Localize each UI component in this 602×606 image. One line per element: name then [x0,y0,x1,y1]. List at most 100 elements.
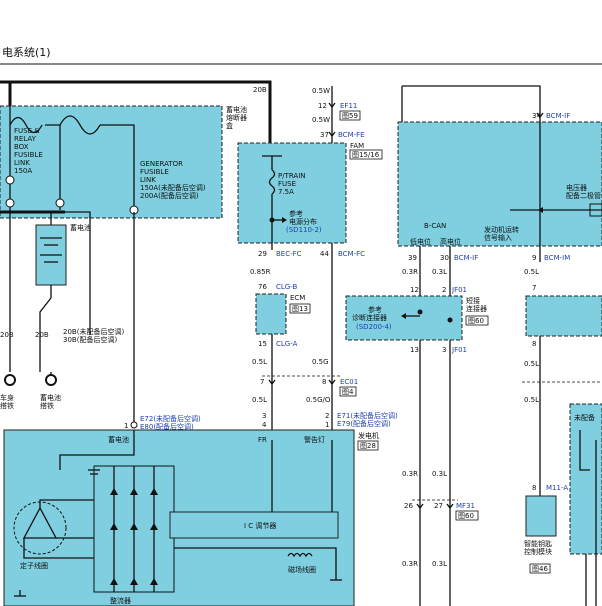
wire-05l-right: 0.5L [524,268,539,276]
e72-pin-number: 1 [124,422,128,430]
fig-1516: 图15/16 [352,151,380,159]
body-ground-label: 车身搭铁 [0,393,14,410]
pin-4: 4 [262,421,267,429]
m11-a: M11-A [546,484,568,492]
pin-2: 2 [325,412,329,420]
bec-fc: BEC-FC [276,250,302,258]
fig-28: 图28 [360,442,376,450]
connector-bcm-fe: BCM-FE [338,131,365,139]
wiring-diagram: 电系统(1) FUSE & RELAY BOX FUSIBLE LINK 150A GEN… [0,46,602,606]
wire-085r: 0.85R [250,268,271,276]
ecm-box [255,293,287,335]
wire-03l-1: 0.3L [432,470,447,478]
alt-fr-terminal: FR [258,436,267,444]
wire-05go: 0.5G/O [306,396,331,404]
bcm-im: BCM-IM [544,254,570,262]
terminal-c [55,198,65,208]
pin-29: 29 [258,250,267,258]
jf01-top: JF01 [451,286,467,294]
wire-03r: 0.3R [402,268,418,276]
svg-text:车身搭铁: 车身搭铁 [0,393,14,410]
battery-ground-icon [45,374,57,386]
bcan-label: B-CAN [424,222,446,230]
pin-76: 76 [258,283,267,291]
clg-a: CLG-A [276,340,298,348]
battery-fuse-box [0,105,223,219]
mf31-pin-27: 27 [434,502,443,510]
jc-pin-13: 13 [410,346,419,354]
fig-60-jc: 图60 [468,317,484,325]
connector-e79: E79(配备后空调) [337,419,391,428]
pin-44: 44 [320,250,329,258]
pin-7: 7 [260,378,264,386]
pin-15: 15 [258,340,267,348]
fig-60-mf31: 图60 [458,512,474,520]
fig-4: 图4 [342,388,354,396]
smart-key-label: 智能钥匙控制模块 [524,539,552,556]
svg-text:(SD110-2): (SD110-2) [286,226,322,234]
battery-ground-label: 蓄电池搭铁 [40,393,61,410]
smart-key-module-box [525,495,557,537]
battery-fuse-box-title: 蓄电池熔断器盒 [226,105,247,130]
unconfigured-label: 未配备 [574,413,595,422]
battery-label: 蓄电池 [70,223,91,232]
wire-03r-1: 0.3R [402,470,418,478]
svg-text:蓄电池搭铁: 蓄电池搭铁 [40,393,61,410]
pin-3: 3 [262,412,266,420]
page-title: 电系统(1) [2,46,51,59]
pin-9: 9 [532,254,536,262]
jc-pin-12: 12 [410,286,419,294]
svg-text:蓄电池熔断器盒: 蓄电池熔断器盒 [226,105,247,130]
clg-b: CLG-B [276,283,297,291]
wire-05l-1: 0.5L [252,358,267,366]
rotor-label: 磁场线圈 [288,565,316,574]
wire-05l-a: 0.5L [524,360,539,368]
pin-37: 37 [320,131,329,139]
ec01: EC01 [340,378,358,386]
pin-12: 12 [318,102,327,110]
right-pin-8: 8 [532,340,536,348]
jc-pin-2: 2 [442,286,446,294]
fig-13: 图13 [292,305,308,313]
fig-59: 图59 [342,112,358,120]
fam-label: FAM [350,142,364,150]
wire-05w-mid: 0.5W [312,116,330,124]
right-joint-box [525,295,602,337]
bcm-fc: BCM-FC [338,250,365,258]
body-ground-icon [4,374,16,386]
ecm-label: ECM [290,294,305,302]
wire-top-20b: 20B [253,86,267,94]
wire-03r-2: 0.3R [402,560,418,568]
stator-label: 定子线圈 [20,561,48,570]
jf01-bottom: JF01 [451,346,467,354]
svg-text:智能钥匙控制模块: 智能钥匙控制模块 [524,539,552,556]
rectifier-label: 整流器 [110,596,131,605]
bcm-top-wire [402,85,541,122]
mf31: MF31 [456,502,475,510]
alt-battery-terminal: 蓄电池 [108,435,129,444]
wire-05w-top: 0.5W [312,87,330,95]
wire-05g: 0.5G [312,358,329,366]
fig-46: 图46 [532,565,548,573]
pin-1: 1 [325,421,329,429]
bcm-if-top: BCM-IF [546,112,570,120]
e72-label: E72(未配备后空调) [140,414,201,423]
alt-warning-lamp-terminal: 警告灯 [304,435,325,444]
wire-03l-2: 0.3L [432,560,447,568]
svg-text:20B(未配备后空调)30B(配备后空调): 20B(未配备后空调) 30B(配备后空调) [63,327,124,344]
mf31-pin-26: 26 [404,502,413,510]
can-low-label: 低电位 [410,237,431,246]
jc-pin-3: 3 [442,346,446,354]
m11-pin-8: 8 [532,484,536,492]
joint-connector-title: 短接连接器 [466,296,487,313]
terminal-b [5,198,15,208]
ic-regulator-label: I C 调节器 [244,521,276,530]
connector-e72-pin [130,421,138,429]
svg-text:短接连接器: 短接连接器 [466,296,487,313]
bcm-if-lower: BCM-IF [454,254,478,262]
generator-label: 发电机 [358,431,379,440]
can-high-label: 高电位 [440,237,461,246]
pin-30: 30 [440,254,449,262]
wire-label-w1: 20B [0,331,14,339]
wire-05l-2: 0.5L [252,396,267,404]
